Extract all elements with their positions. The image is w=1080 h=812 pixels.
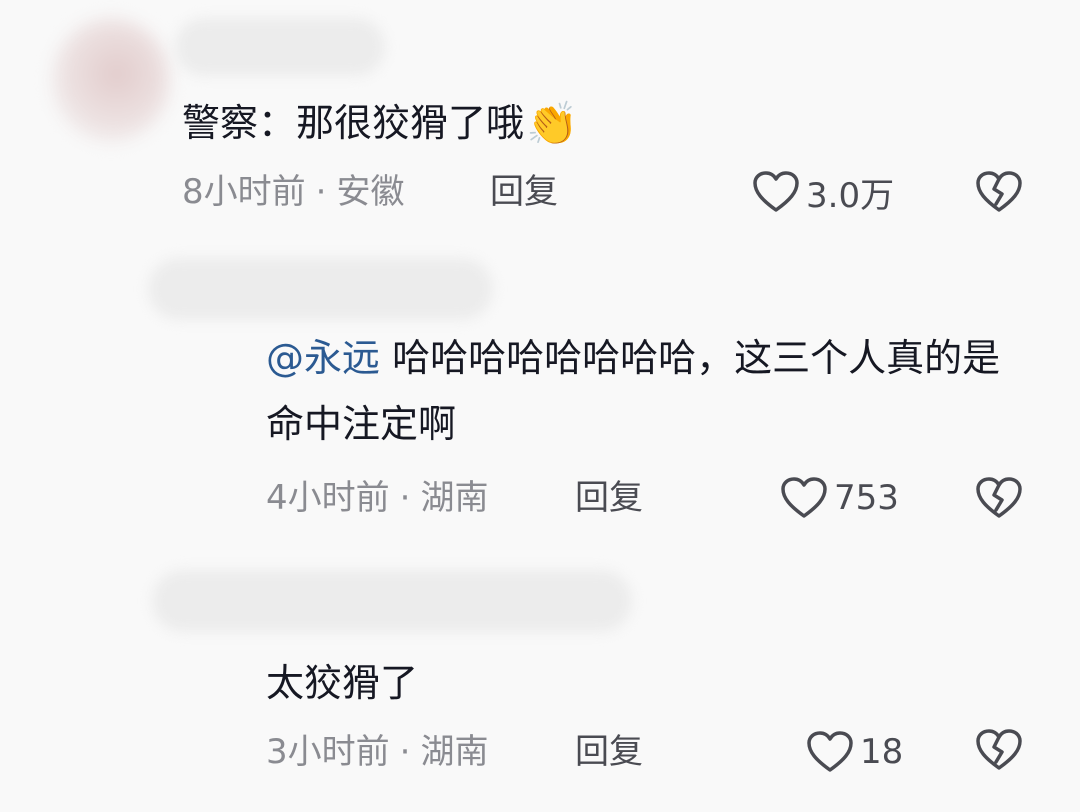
mention-link[interactable]: @永远 bbox=[266, 336, 380, 380]
broken-heart-icon[interactable] bbox=[975, 728, 1023, 772]
location: 湖南 bbox=[420, 732, 489, 772]
heart-icon bbox=[781, 477, 827, 518]
broken-heart-icon[interactable] bbox=[975, 476, 1023, 520]
meta-separator: · bbox=[399, 478, 411, 518]
comment-text: @永远 哈哈哈哈哈哈哈哈，这三个人真的是命中注定啊 bbox=[266, 325, 1026, 457]
reply-button[interactable]: 回复 bbox=[575, 732, 643, 772]
timestamp: 4小时前 bbox=[266, 478, 390, 518]
location: 湖南 bbox=[420, 478, 489, 518]
comment-text: 警察：那很狡猾了哦👏 bbox=[182, 90, 578, 157]
like-count: 3.0万 bbox=[806, 175, 895, 216]
like-count: 753 bbox=[834, 478, 899, 518]
heart-icon bbox=[753, 171, 799, 212]
meta-separator: · bbox=[315, 172, 327, 212]
username-blurred[interactable] bbox=[152, 570, 632, 632]
like-button[interactable]: 18 bbox=[806, 731, 904, 772]
username-blurred[interactable] bbox=[148, 258, 493, 320]
reply-button[interactable]: 回复 bbox=[490, 172, 558, 212]
comment-body: 太狡猾了 bbox=[266, 661, 419, 705]
like-button[interactable]: 3.0万 bbox=[752, 171, 894, 216]
comment-body: 警察：那很狡猾了哦 bbox=[182, 101, 525, 145]
comment-meta: 3小时前 · 湖南 bbox=[266, 732, 488, 772]
comment-meta: 4小时前 · 湖南 bbox=[266, 478, 488, 518]
heart-icon bbox=[807, 731, 853, 772]
broken-heart-icon[interactable] bbox=[975, 170, 1023, 214]
comment-text: 太狡猾了 bbox=[266, 650, 418, 716]
timestamp: 8小时前 bbox=[182, 172, 306, 212]
comment-meta: 8小时前 · 安徽 bbox=[182, 172, 404, 212]
meta-separator: · bbox=[399, 732, 411, 772]
like-count: 18 bbox=[860, 732, 904, 772]
clapping-hands-emoji: 👏 bbox=[526, 99, 579, 148]
like-button[interactable]: 753 bbox=[780, 477, 899, 518]
avatar[interactable] bbox=[52, 18, 170, 142]
location: 安徽 bbox=[336, 172, 405, 212]
timestamp: 3小时前 bbox=[266, 732, 390, 772]
username-blurred[interactable] bbox=[175, 18, 385, 76]
reply-button[interactable]: 回复 bbox=[575, 478, 643, 518]
